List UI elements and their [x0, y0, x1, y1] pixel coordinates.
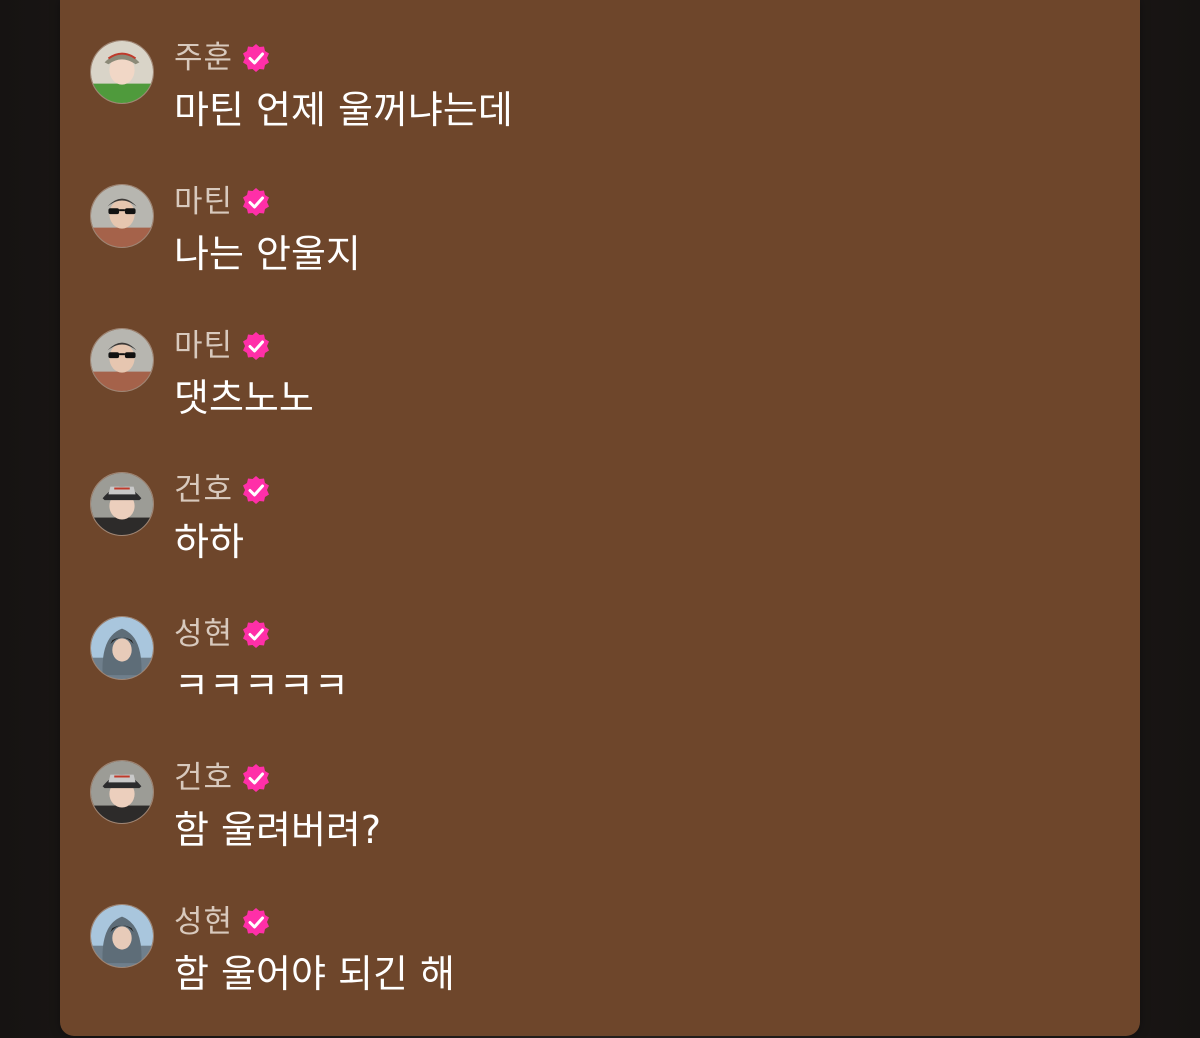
message-text: ㅋㅋㅋㅋㅋ: [174, 664, 349, 708]
chat-message: 건호 하하: [90, 472, 1090, 592]
chat-message: 건호 함 울려버려?: [90, 760, 1090, 880]
avatar-juhoon[interactable]: [90, 40, 154, 104]
verified-badge-icon: [243, 476, 270, 504]
sender-name[interactable]: 주훈: [174, 38, 233, 78]
chat-message: 성현 함 울어야 되긴 해: [90, 904, 1090, 1024]
chat-message: 성현 ㅋㅋㅋㅋㅋ: [90, 616, 1090, 736]
avatar-geonho[interactable]: [90, 760, 154, 824]
message-text: 함 울어야 되긴 해: [174, 952, 455, 996]
avatar-martin[interactable]: [90, 328, 154, 392]
message-text: 하하: [174, 520, 244, 564]
sender-name[interactable]: 성현: [174, 614, 233, 654]
message-text: 함 울려버려?: [174, 808, 382, 852]
verified-badge-icon: [243, 908, 270, 936]
verified-badge-icon: [243, 188, 270, 216]
verified-badge-icon: [243, 332, 270, 360]
message-text: 마틴 언제 울꺼냐는데: [174, 88, 513, 132]
chat-message: 마틴 댓츠노노: [90, 328, 1090, 448]
verified-badge-icon: [243, 764, 270, 792]
sender-name[interactable]: 성현: [174, 902, 233, 942]
sender-name[interactable]: 건호: [174, 470, 233, 510]
avatar-seonghyeon[interactable]: [90, 904, 154, 968]
message-text: 댓츠노노: [174, 376, 314, 420]
avatar-geonho[interactable]: [90, 472, 154, 536]
verified-badge-icon: [243, 620, 270, 648]
chat-panel: 주훈 마틴 언제 울꺼냐는데 마틴 나는 안울지 마틴 댓츠노노 건호 하하 성…: [60, 0, 1140, 1036]
verified-badge-icon: [243, 44, 270, 72]
sender-name[interactable]: 마틴: [174, 326, 233, 366]
sender-name[interactable]: 마틴: [174, 182, 233, 222]
chat-message: 주훈 마틴 언제 울꺼냐는데: [90, 40, 1090, 160]
avatar-seonghyeon[interactable]: [90, 616, 154, 680]
chat-message: 마틴 나는 안울지: [90, 184, 1090, 304]
message-text: 나는 안울지: [174, 232, 361, 276]
avatar-martin[interactable]: [90, 184, 154, 248]
sender-name[interactable]: 건호: [174, 758, 233, 798]
